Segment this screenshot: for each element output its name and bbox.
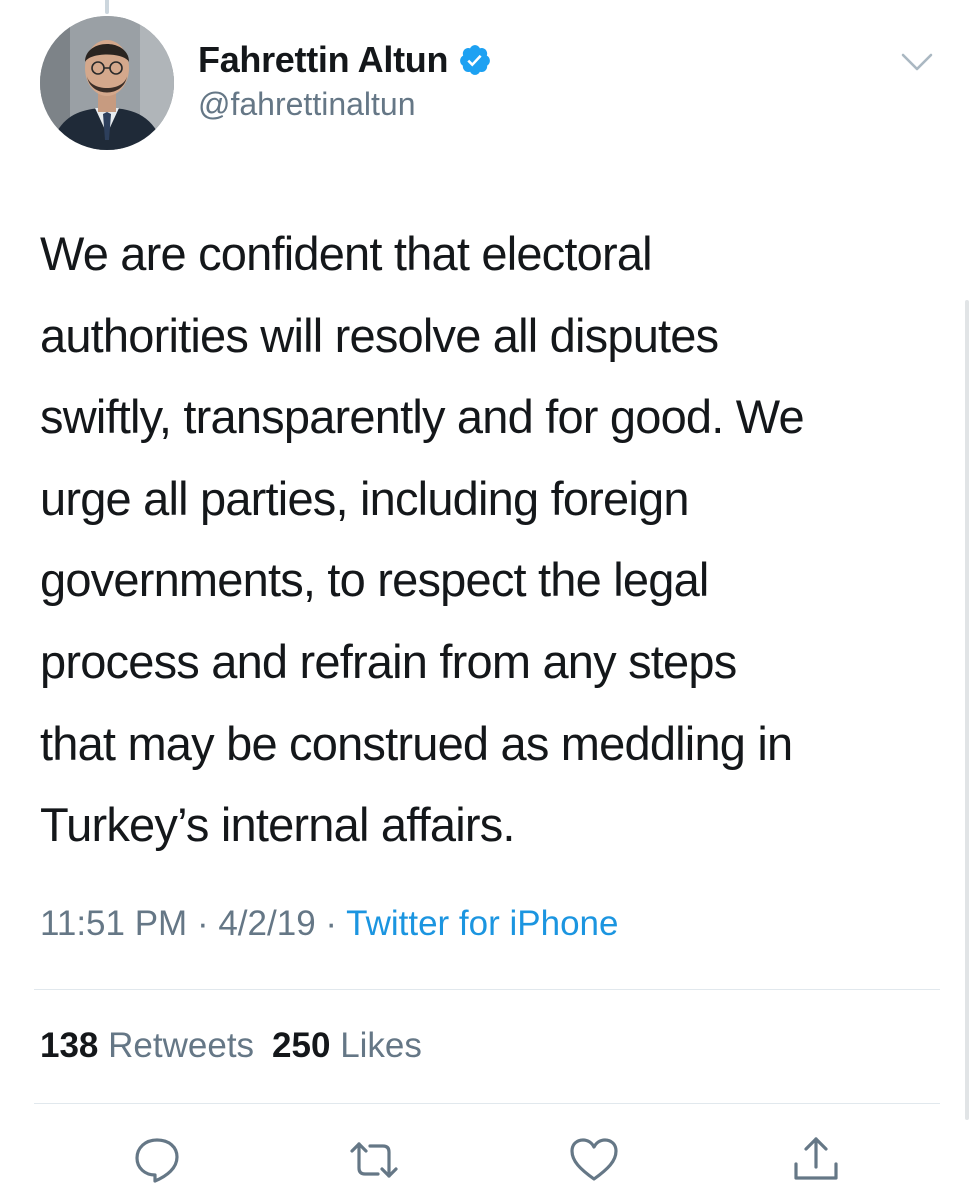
divider — [34, 989, 940, 990]
scrollbar[interactable] — [965, 300, 969, 1120]
tweet-text-line: Turkey’s internal affairs. — [40, 798, 515, 852]
tweet-time: 11:51 PM — [40, 904, 188, 943]
likes-label: Likes — [340, 1026, 422, 1065]
divider — [34, 1103, 940, 1104]
tweet-text-line: authorities will resolve all disputes — [40, 308, 719, 362]
meta-separator: · — [325, 904, 338, 943]
retweets-count: 138 — [40, 1026, 99, 1065]
author-name-row[interactable]: Fahrettin Altun — [198, 38, 492, 82]
like-icon[interactable] — [568, 1134, 620, 1186]
tweet-stats: 138 Retweets 250 Likes — [40, 1026, 422, 1066]
avatar[interactable] — [40, 16, 174, 150]
meta-separator: · — [196, 904, 209, 943]
tweet-source-link[interactable]: Twitter for iPhone — [346, 904, 618, 943]
tweet-text-line: process and refrain from any steps — [40, 634, 737, 688]
likes-stat[interactable]: 250 Likes — [272, 1026, 422, 1065]
tweet-date: 4/2/19 — [218, 904, 316, 943]
tweet-metadata: 11:51 PM · 4/2/19 · Twitter for iPhone — [40, 904, 618, 944]
tweet-text-line: We are confident that electoral — [40, 227, 653, 280]
share-icon[interactable] — [790, 1134, 842, 1186]
retweets-stat[interactable]: 138 Retweets — [40, 1026, 254, 1065]
verified-badge-icon — [460, 45, 491, 75]
retweet-icon[interactable] — [348, 1134, 400, 1186]
likes-count: 250 — [272, 1026, 331, 1065]
tweet-text-line: governments, to respect the legal — [40, 553, 709, 607]
thread-connector-line — [105, 0, 109, 14]
chevron-down-icon[interactable] — [900, 50, 934, 74]
tweet-text: We are confident that electoral authorit… — [40, 213, 940, 866]
tweet-text-line: that may be construed as meddling in — [40, 716, 793, 770]
author-handle[interactable]: @fahrettinaltun — [198, 86, 416, 123]
tweet-text-line: swiftly, transparently and for good. We — [40, 390, 805, 444]
author-display-name[interactable]: Fahrettin Altun — [198, 39, 448, 81]
tweet-text-line: urge all parties, including foreign — [40, 471, 689, 525]
reply-icon[interactable] — [131, 1134, 183, 1186]
retweets-label: Retweets — [108, 1026, 255, 1065]
